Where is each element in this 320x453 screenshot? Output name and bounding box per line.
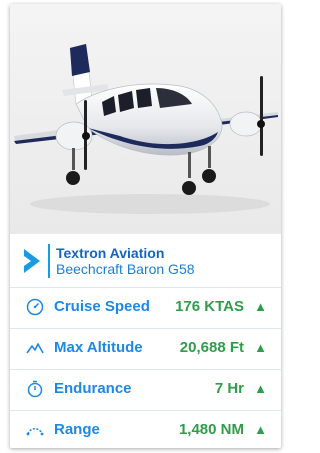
speedometer-icon — [26, 298, 44, 316]
stat-value: 7 Hr — [214, 380, 244, 397]
trend-up-icon: ▲ — [254, 422, 267, 437]
airplane-illustration — [14, 43, 278, 214]
trend-up-icon: ▲ — [254, 381, 267, 396]
aircraft-image — [10, 4, 281, 234]
stat-value: 20,688 Ft — [179, 339, 244, 356]
mountain-icon — [26, 343, 44, 354]
aircraft-card[interactable]: Textron Aviation Beechcraft Baron G58 Cr… — [10, 4, 281, 448]
stat-label: Cruise Speed — [54, 298, 150, 315]
trend-up-icon: ▲ — [254, 299, 267, 314]
trend-up-icon: ▲ — [254, 340, 267, 355]
model-name: Beechcraft Baron G58 — [56, 261, 195, 277]
stat-row-range: Range 1,480 NM ▲ — [10, 410, 281, 448]
stat-value: 1,480 NM — [178, 421, 244, 438]
stat-label: Max Altitude — [54, 339, 143, 356]
manufacturer-name: Textron Aviation — [56, 245, 165, 261]
title-divider — [48, 244, 50, 278]
chevron-right-icon — [24, 249, 40, 273]
range-arc-icon — [26, 428, 44, 436]
aircraft-title: Textron Aviation Beechcraft Baron G58 — [10, 240, 281, 286]
stat-row-max-altitude: Max Altitude 20,688 Ft ▲ — [10, 328, 281, 368]
stat-value: 176 KTAS — [175, 298, 244, 315]
stat-row-endurance: Endurance 7 Hr ▲ — [10, 369, 281, 409]
stat-label: Endurance — [54, 380, 132, 397]
stat-row-cruise-speed: Cruise Speed 176 KTAS ▲ — [10, 287, 281, 327]
stat-label: Range — [54, 421, 100, 438]
stopwatch-icon — [27, 380, 43, 398]
